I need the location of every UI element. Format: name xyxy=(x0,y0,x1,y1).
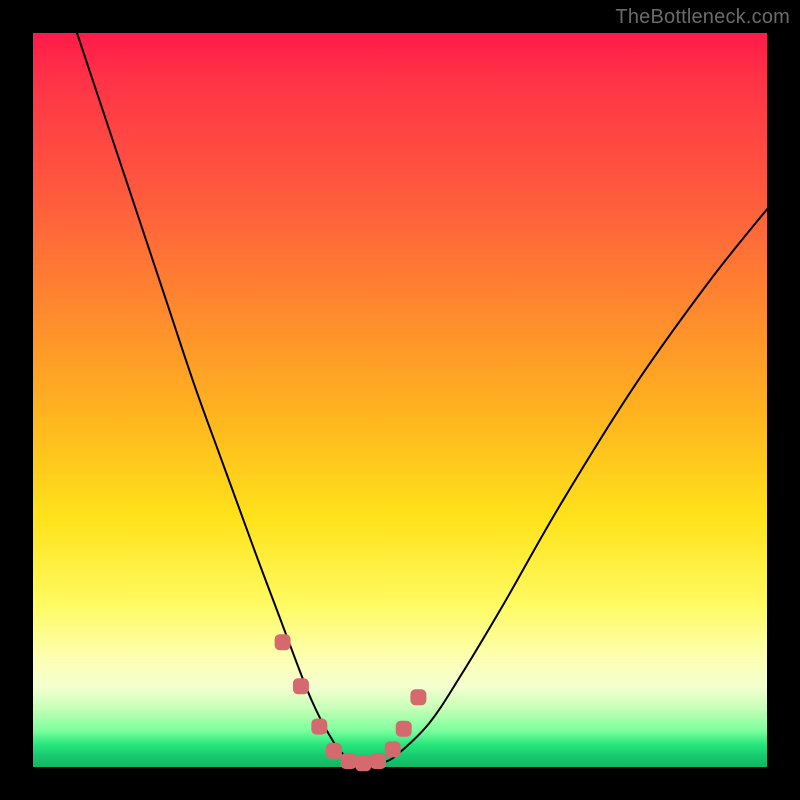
marker xyxy=(370,753,386,769)
marker xyxy=(293,678,309,694)
marker xyxy=(341,753,357,769)
bottleneck-curve xyxy=(77,33,767,764)
bottleneck-markers xyxy=(275,634,427,771)
marker xyxy=(355,755,371,771)
marker xyxy=(326,743,342,759)
marker xyxy=(410,689,426,705)
marker xyxy=(385,741,401,757)
watermark: TheBottleneck.com xyxy=(615,6,790,29)
chart-overlay xyxy=(33,33,767,767)
chart-frame: TheBottleneck.com xyxy=(0,0,800,800)
marker xyxy=(275,634,291,650)
marker xyxy=(396,721,412,737)
marker xyxy=(311,719,327,735)
